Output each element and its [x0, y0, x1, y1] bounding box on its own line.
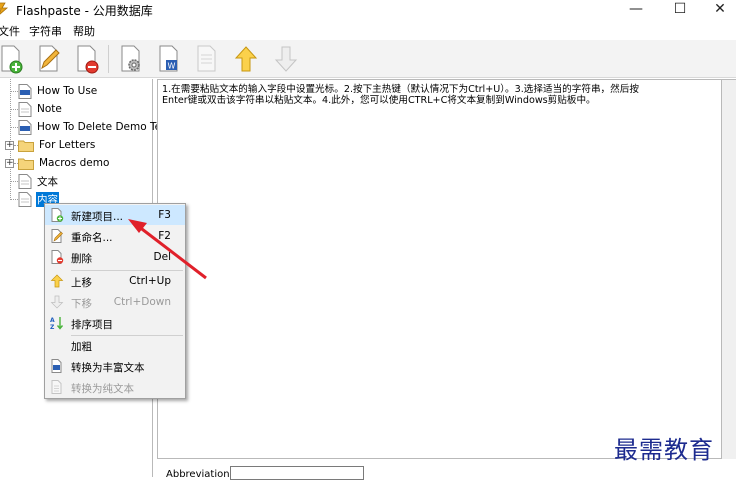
annotation-arrow-icon	[128, 219, 207, 280]
watermark: 最需教育	[614, 436, 714, 464]
